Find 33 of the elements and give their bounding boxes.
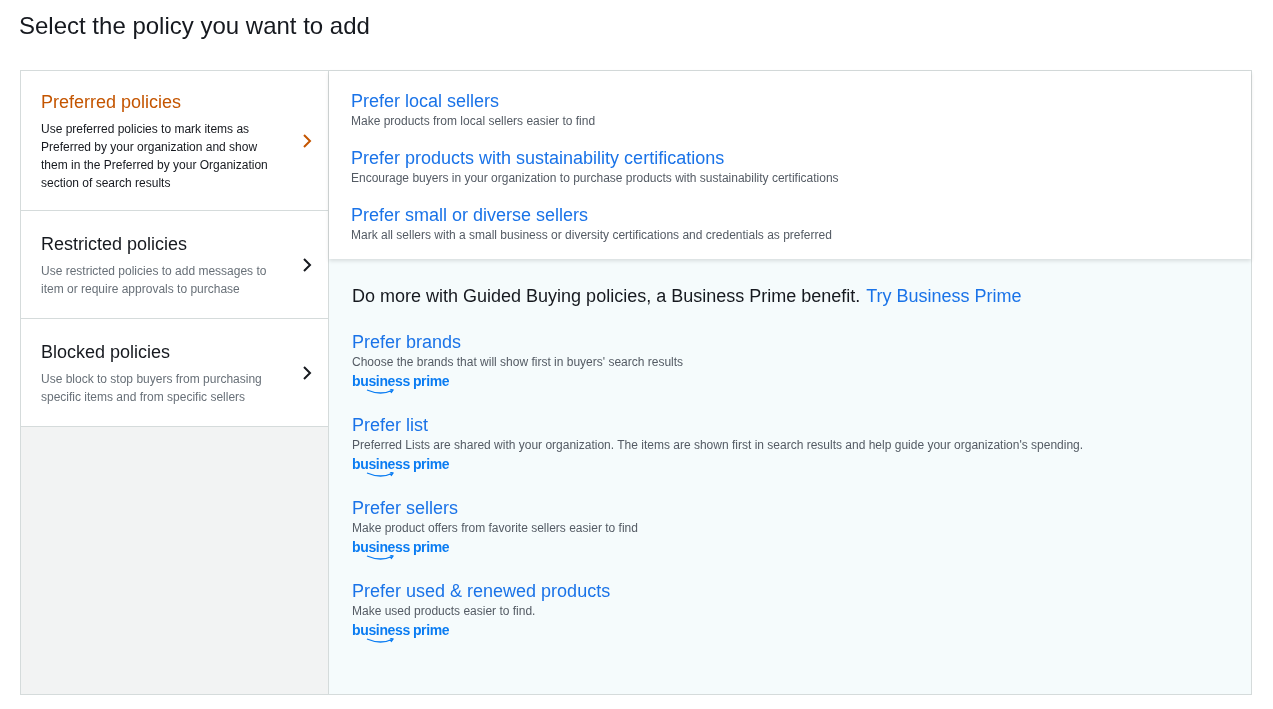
policy-category[interactable]: Blocked policies Use block to stop buyers from purchasing specific items and from specific sellers: [21, 319, 328, 427]
chevron-right-icon: [302, 256, 312, 273]
page-title: Select the policy you want to add: [19, 11, 371, 41]
policy-description: Make products from local sellers easier to find: [351, 113, 597, 129]
chevron-right-icon: [302, 132, 312, 149]
policy-link[interactable]: Prefer brands: [352, 330, 462, 354]
chevron-right-icon: [302, 364, 312, 381]
category-title: Preferred policies: [41, 91, 183, 114]
business-prime-logo: business prime: [352, 623, 450, 648]
category-title: Restricted policies: [41, 233, 189, 256]
business-prime-logo: business prime: [352, 457, 450, 482]
try-business-prime-link[interactable]: Try Business Prime: [866, 283, 1022, 310]
business-prime-logo: business prime: [352, 540, 450, 565]
policy-category[interactable]: Preferred policies Use preferred policies to mark items as Preferred by your organization and show them in the Preferred by your Organization section of search results: [21, 71, 328, 211]
policy-description: Make product offers from favorite sellers easier to find: [352, 520, 638, 536]
policy-category[interactable]: Restricted policies Use restricted policies to add messages to item or require approvals to purchase: [21, 211, 328, 319]
category-description: Use block to stop buyers from purchasing specific items and from specific sellers: [41, 371, 263, 406]
category-description: Use restricted policies to add messages to item or require approvals to purchase: [41, 263, 268, 298]
policy-description: Mark all sellers with a small business or diversity certifications and credentials as preferred: [351, 227, 833, 243]
policy-link[interactable]: Prefer small or diverse sellers: [351, 203, 589, 227]
policy-link[interactable]: Prefer list: [352, 413, 429, 437]
policy-description: Preferred Lists are shared with your organization. The items are shown first in search results and help guide your organization's spending.: [352, 437, 1084, 453]
policy-link[interactable]: Prefer local sellers: [351, 89, 500, 113]
category-description: Use preferred policies to mark items as Preferred by your organization and show them in the Preferred by your Organization section of search results: [41, 121, 269, 192]
policy-description: Make used products easier to find.: [352, 603, 536, 619]
policy-description: Encourage buyers in your organization to purchase products with sustainability certifications: [351, 170, 840, 186]
category-title: Blocked policies: [41, 341, 172, 364]
business-prime-logo: business prime: [352, 374, 450, 399]
policy-link[interactable]: Prefer used & renewed products: [352, 579, 611, 603]
policy-link[interactable]: Prefer products with sustainability certifications: [351, 146, 725, 170]
upsell-text: Do more with Guided Buying policies, a Business Prime benefit.: [352, 285, 861, 308]
policy-link[interactable]: Prefer sellers: [352, 496, 459, 520]
policy-description: Choose the brands that will show first in buyers' search results: [352, 354, 684, 370]
